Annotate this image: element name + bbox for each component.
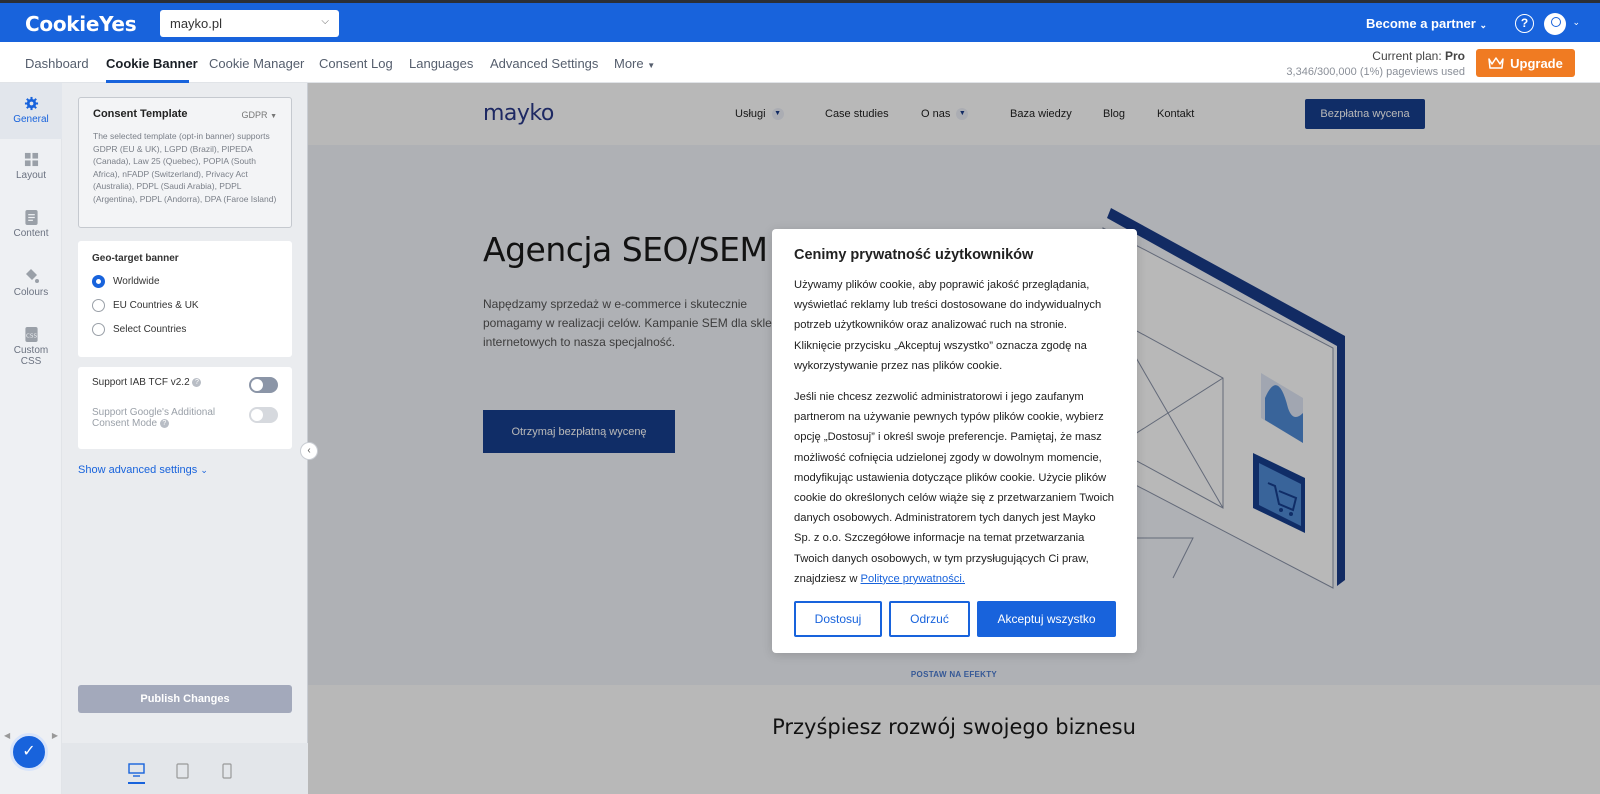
css-file-icon: CSS: [24, 327, 38, 342]
geo-target-card: Geo-target banner Worldwide EU Countries…: [78, 241, 292, 357]
banner-buttons: Dostosuj Odrzuć Akceptuj wszystko: [794, 601, 1116, 637]
help-icon[interactable]: ?: [159, 418, 169, 428]
banner-paragraph-1: Używamy plików cookie, aby poprawić jako…: [794, 279, 1102, 372]
customize-button[interactable]: Dostosuj: [794, 601, 882, 637]
iab-tcf-toggle[interactable]: [249, 377, 278, 393]
caret-down-icon: ▼: [647, 61, 656, 70]
tab-languages[interactable]: Languages: [409, 56, 473, 71]
accept-all-button[interactable]: Akceptuj wszystko: [977, 601, 1116, 637]
iab-card: Support IAB TCF v2.2 ? Support Google's …: [78, 367, 292, 449]
arrow-left-icon[interactable]: ◀: [4, 731, 10, 740]
document-icon: [24, 210, 38, 225]
help-icon[interactable]: ?: [192, 377, 202, 387]
plan-info: Current plan: Pro 3,346/300,000 (1%) pag…: [1286, 49, 1465, 78]
tab-cookie-banner[interactable]: Cookie Banner: [106, 56, 198, 71]
mobile-icon[interactable]: [222, 763, 232, 782]
show-advanced-settings-link[interactable]: Show advanced settings ⌄: [78, 464, 208, 476]
advanced-link-label: Show advanced settings: [78, 464, 198, 476]
google-consent-label: Support Google's Additional: [92, 407, 216, 418]
chevron-down-icon: ⌄: [1479, 20, 1487, 30]
chevron-down-icon: ⌵: [321, 16, 329, 27]
geo-option-label: EU Countries & UK: [113, 300, 199, 311]
banner-paragraph-2: Jeśli nie chcesz zezwolić administratoro…: [794, 387, 1115, 589]
geo-target-title: Geo-target banner: [92, 253, 179, 264]
banner-title: Cenimy prywatność użytkowników: [794, 247, 1034, 263]
iab-tcf-row: Support IAB TCF v2.2 ?: [92, 377, 278, 403]
help-icon[interactable]: ?: [1515, 14, 1534, 33]
desktop-icon[interactable]: [128, 763, 145, 784]
cookie-consent-banner: Cenimy prywatność użytkowników Używamy p…: [772, 229, 1137, 653]
privacy-policy-link[interactable]: Polityce prywatności.: [861, 573, 965, 585]
chevron-down-icon[interactable]: ⌄: [1572, 17, 1580, 28]
grid-icon: [24, 152, 38, 167]
geo-option-select-countries[interactable]: Select Countries: [92, 323, 278, 336]
geo-option-eu[interactable]: EU Countries & UK: [92, 299, 278, 312]
tab-more-label: More: [614, 56, 644, 71]
tab-more[interactable]: More ▼: [614, 56, 655, 71]
rail-colours-label: Colours: [13, 287, 49, 298]
svg-text:CSS: CSS: [25, 333, 36, 339]
top-bar: CookieYes mayko.pl ⌵ Become a partner ⌄ …: [0, 0, 1600, 42]
cookie-consent-revisit-icon[interactable]: ✓: [10, 733, 48, 771]
banner-text: Używamy plików cookie, aby poprawić jako…: [794, 275, 1115, 589]
rail-colours[interactable]: Colours: [0, 268, 62, 298]
consent-template-description: The selected template (opt-in banner) su…: [93, 131, 277, 204]
paint-bucket-icon: [26, 269, 39, 283]
tablet-icon[interactable]: [176, 763, 189, 782]
upgrade-button[interactable]: Upgrade: [1476, 49, 1575, 77]
rail-content-label: Content: [13, 228, 49, 239]
tab-consent-log[interactable]: Consent Log: [319, 56, 393, 71]
google-consent-mode-row: Support Google's Additional Consent Mode…: [92, 407, 278, 439]
rail-custom-css-label-2: CSS: [20, 356, 42, 367]
rail-general[interactable]: General: [0, 83, 62, 139]
become-partner-label: Become a partner: [1366, 16, 1476, 31]
collapse-panel-button[interactable]: ‹: [300, 442, 318, 460]
google-consent-label-2: Consent Mode: [92, 418, 158, 429]
tab-advanced-settings[interactable]: Advanced Settings: [490, 56, 598, 71]
radio-checked[interactable]: [92, 275, 105, 288]
plan-name: Pro: [1444, 49, 1465, 63]
gear-icon: [24, 96, 38, 111]
tab-cookie-manager[interactable]: Cookie Manager: [209, 56, 304, 71]
rail-custom-css-label: Custom: [13, 345, 49, 356]
consent-template-card[interactable]: Consent Template GDPR ▼ The selected tem…: [78, 97, 292, 228]
rail-content[interactable]: Content: [0, 210, 62, 239]
caret-down-icon: ▼: [270, 113, 277, 120]
main-nav: Dashboard Cookie Banner Cookie Manager C…: [0, 42, 1600, 83]
rail-layout-label: Layout: [15, 170, 47, 181]
cookieyes-logo[interactable]: CookieYes: [25, 12, 137, 36]
tab-dashboard[interactable]: Dashboard: [25, 56, 89, 71]
chevron-down-icon: ⌄: [200, 465, 208, 475]
geo-option-worldwide[interactable]: Worldwide: [92, 275, 278, 288]
geo-option-label: Select Countries: [113, 324, 187, 335]
rail-general-label: General: [13, 114, 49, 125]
device-preview-bar: [62, 743, 308, 794]
user-avatar-icon[interactable]: [1544, 13, 1566, 35]
rail-layout[interactable]: Layout: [0, 152, 62, 181]
radio-unchecked[interactable]: [92, 323, 105, 336]
rail-custom-css[interactable]: CSS Custom CSS: [0, 327, 62, 367]
iab-tcf-label: Support IAB TCF v2.2: [92, 377, 190, 388]
become-partner-menu[interactable]: Become a partner ⌄: [1366, 16, 1487, 31]
google-consent-toggle: [249, 407, 278, 423]
publish-changes-button[interactable]: Publish Changes: [78, 685, 292, 713]
reject-button[interactable]: Odrzuć: [889, 601, 970, 637]
plan-label: Current plan:: [1372, 49, 1445, 63]
arrow-right-icon[interactable]: ▶: [52, 731, 58, 740]
settings-rail: General Layout Content Colours CSS Custo…: [0, 83, 62, 794]
upgrade-label: Upgrade: [1510, 55, 1563, 71]
radio-unchecked[interactable]: [92, 299, 105, 312]
template-type-dropdown[interactable]: GDPR ▼: [242, 110, 277, 120]
crown-icon: [1488, 57, 1504, 69]
banner-paragraph-2-text: Jeśli nie chcesz zezwolić administratoro…: [794, 391, 1115, 585]
site-selector-value: mayko.pl: [170, 16, 223, 31]
pageviews-usage: 3,346/300,000 (1%) pageviews used: [1286, 66, 1465, 78]
banner-settings-panel: Consent Template GDPR ▼ The selected tem…: [62, 83, 308, 794]
site-selector[interactable]: mayko.pl ⌵: [160, 10, 339, 37]
template-type-value: GDPR: [241, 110, 268, 120]
geo-option-label: Worldwide: [113, 276, 160, 287]
